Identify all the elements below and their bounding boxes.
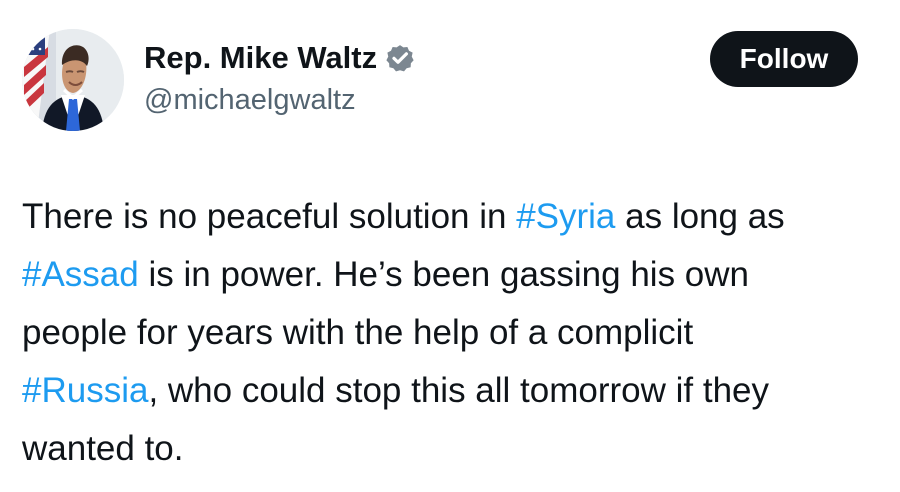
tweet-text-segment: as long as bbox=[615, 197, 785, 236]
tweet-text-segment: , who could stop this all tomorrow if th… bbox=[148, 371, 770, 410]
tweet-text-segment: wanted to. bbox=[22, 429, 184, 468]
hashtag-assad-link[interactable]: #Assad bbox=[22, 255, 139, 294]
tweet-line-5: wanted to. bbox=[22, 420, 877, 478]
tweet-line-4: #Russia, who could stop this all tomorro… bbox=[22, 362, 877, 420]
tweet-text-segment: There is no peaceful solution in bbox=[22, 197, 517, 236]
tweet-line-1: There is no peaceful solution in #Syria … bbox=[22, 188, 877, 246]
follow-button[interactable]: Follow bbox=[710, 31, 858, 87]
profile-photo bbox=[22, 29, 124, 131]
tweet-line-3: people for years with the help of a comp… bbox=[22, 304, 877, 362]
tweet-text-segment: is in power. He’s been gassing his own bbox=[138, 255, 750, 294]
profile-identity: Rep. Mike Waltz @michaelgwaltz bbox=[144, 38, 415, 117]
avatar[interactable] bbox=[22, 29, 124, 131]
verified-badge-icon[interactable] bbox=[385, 43, 415, 73]
tweet-line-2: #Assad is in power. He’s been gassing hi… bbox=[22, 246, 877, 304]
name-row: Rep. Mike Waltz bbox=[144, 38, 415, 78]
tweet-text: There is no peaceful solution in #Syria … bbox=[22, 188, 877, 478]
tweet-text-segment: people for years with the help of a comp… bbox=[22, 313, 694, 352]
display-name[interactable]: Rep. Mike Waltz bbox=[144, 38, 377, 78]
tweet-header: Rep. Mike Waltz @michaelgwaltz Follow bbox=[0, 0, 900, 150]
hashtag-syria-link[interactable]: #Syria bbox=[516, 197, 615, 236]
hashtag-russia-link[interactable]: #Russia bbox=[22, 371, 148, 410]
username-handle[interactable]: @michaelgwaltz bbox=[144, 83, 415, 117]
